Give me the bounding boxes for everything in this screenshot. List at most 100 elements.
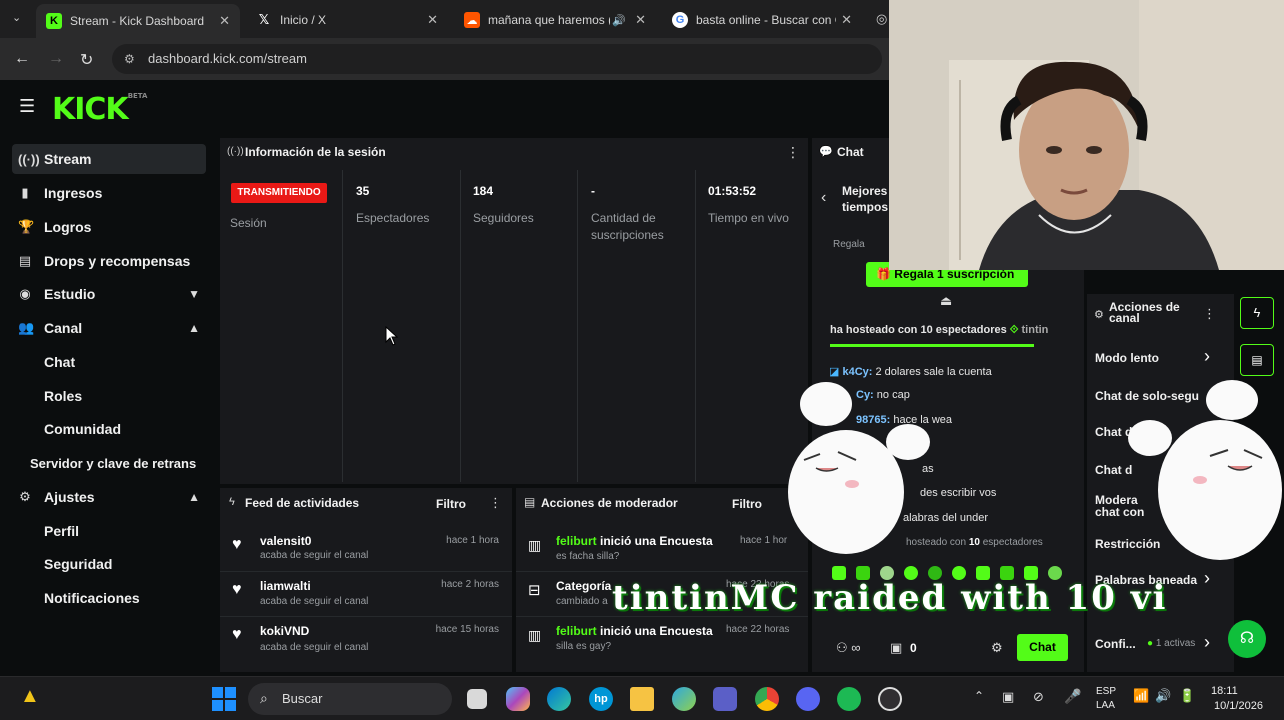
sidebar-item-estudio[interactable]: ◉ Estudio ▼ (12, 279, 206, 309)
sidebar-item-label: Estudio (44, 286, 96, 302)
sidebar-item-perfil[interactable]: Perfil (12, 516, 206, 546)
quick-action-lightning-button[interactable]: ϟ (1240, 297, 1274, 329)
forward-icon[interactable]: → (48, 50, 64, 68)
chevron-right-icon[interactable]: › (1204, 346, 1210, 367)
activity-filter-button[interactable]: Filtro (436, 497, 466, 511)
support-headset-button[interactable]: ☊ (1228, 620, 1266, 658)
tab-title: Stream - Kick Dashboard (70, 14, 205, 28)
wifi-icon[interactable]: 📶 (1133, 688, 1149, 704)
file-explorer-icon[interactable] (630, 687, 654, 711)
obs-icon[interactable] (878, 687, 902, 711)
tray-app-icon[interactable]: ▣ (1002, 689, 1014, 705)
discord-icon[interactable] (796, 687, 820, 711)
more-options-icon[interactable]: ⋮ (786, 144, 800, 161)
moderator-time: hace 1 hor (740, 535, 788, 546)
tab-kick-dashboard[interactable]: K Stream - Kick Dashboard ✕ (36, 4, 240, 38)
feed-username[interactable]: liamwalti (260, 579, 311, 593)
quick-action-notes-button[interactable]: ▤ (1240, 344, 1274, 376)
volume-icon[interactable]: 🔊 (1155, 688, 1171, 704)
feed-username[interactable]: valensit0 (260, 534, 311, 548)
chat-settings-icon[interactable]: ⚙ (991, 640, 1003, 656)
host-notice-user[interactable]: tintin (1022, 324, 1049, 336)
tab-list-dropdown-icon[interactable]: ⌄ (12, 11, 21, 24)
site-info-icon[interactable]: ⚙ (124, 44, 135, 74)
feed-username[interactable]: kokiVND (260, 624, 309, 638)
feed-time: hace 15 horas (435, 624, 499, 635)
globe-favicon-icon[interactable]: ◎ (876, 11, 887, 27)
more-options-icon[interactable]: ⋮ (1203, 306, 1216, 322)
chevron-up-icon: ▲ (188, 490, 200, 504)
chevron-right-icon[interactable]: › (1204, 632, 1210, 653)
moderator-item: ▥ feliburt inició una Encuesta silla es … (516, 620, 808, 662)
close-tab-icon[interactable]: ✕ (427, 12, 438, 28)
sidebar-item-chat[interactable]: Chat (12, 347, 206, 377)
tab-google-search[interactable]: G basta online - Buscar con G ✕ (662, 6, 862, 34)
more-options-icon[interactable]: ⋮ (489, 495, 502, 511)
chat-username[interactable]: k4Cy: (842, 366, 872, 378)
clock-date[interactable]: 10/1/2026 (1214, 700, 1263, 712)
weather-widget-icon[interactable]: ▲ (20, 685, 40, 708)
config-item[interactable]: Confi... (1095, 637, 1136, 651)
users-icon[interactable]: ⚇ ∞ (836, 640, 861, 656)
heart-icon: ♥ (232, 536, 242, 553)
chevron-right-icon[interactable]: › (1204, 568, 1210, 589)
kick-logo[interactable]: KICKBETA (52, 92, 147, 127)
eject-icon[interactable]: ⏏ (940, 293, 952, 309)
battery-icon[interactable]: 🔋 (1179, 688, 1195, 704)
spotify-icon[interactable] (837, 687, 861, 711)
heart-icon: ♥ (232, 626, 242, 643)
language-indicator-top[interactable]: ESP (1096, 686, 1116, 697)
tray-app-icon-2[interactable]: ⊘ (1033, 689, 1044, 705)
sidebar-item-canal[interactable]: 👥 Canal ▲ (12, 313, 206, 343)
sidebar-item-notificaciones[interactable]: Notificaciones (12, 583, 206, 613)
chevron-up-icon: ▲ (188, 321, 200, 335)
tab-x-home[interactable]: 𝕏 Inicio / X ✕ (246, 6, 448, 34)
close-tab-icon[interactable]: ✕ (635, 12, 646, 28)
moderator-filter-button[interactable]: Filtro (732, 497, 762, 511)
poll-icon: ▥ (528, 537, 542, 553)
slow-mode-item[interactable]: Modo lento (1095, 351, 1159, 365)
sidebar-item-roles[interactable]: Roles (12, 381, 206, 411)
task-view-icon[interactable] (467, 689, 487, 709)
back-icon[interactable]: ← (14, 50, 30, 68)
sidebar-item-logros[interactable]: 🏆 Logros (12, 212, 206, 242)
taskbar-search-box[interactable]: ⌕ Buscar (248, 683, 452, 715)
reload-icon[interactable]: ↻ (80, 50, 93, 70)
chevron-up-icon[interactable]: ⌃ (974, 689, 984, 703)
gift-icon[interactable]: ▣ (890, 640, 902, 656)
edge-icon[interactable] (547, 687, 571, 711)
sidebar-item-seguridad[interactable]: Seguridad (12, 549, 206, 579)
moderator-username[interactable]: feliburt (556, 624, 597, 638)
chrome-icon[interactable] (755, 687, 779, 711)
moderator-username[interactable]: feliburt (556, 534, 597, 548)
followers-value: 184 (473, 184, 494, 198)
hp-icon[interactable]: hp (589, 687, 613, 711)
windows-logo-icon-part (225, 700, 236, 711)
chat-send-button[interactable]: Chat (1017, 634, 1068, 661)
start-button[interactable] (212, 687, 236, 711)
sidebar-item-ajustes[interactable]: ⚙ Ajustes ▲ (12, 482, 206, 512)
feed-item: ♥ valensit0 acaba de seguir el canal hac… (220, 530, 512, 572)
emotes-only-item[interactable]: Chat d (1095, 463, 1132, 477)
microphone-icon[interactable]: 🎤 (1064, 688, 1081, 705)
sidebar-item-label: Notificaciones (44, 590, 140, 606)
sidebar-item-stream[interactable]: ((·)) Stream (12, 144, 206, 174)
clock-time[interactable]: 18:11 (1211, 685, 1238, 697)
close-tab-icon[interactable]: ✕ (841, 12, 852, 28)
sidebar-item-servidor[interactable]: Servidor y clave de retrans (12, 448, 206, 478)
sidebar-item-ingresos[interactable]: ▮ Ingresos (12, 178, 206, 208)
tab-soundcloud[interactable]: ☁ mañana que haremos (p 🔊 ✕ (454, 6, 656, 34)
close-tab-icon[interactable]: ✕ (219, 13, 230, 29)
url-input[interactable]: ⚙ dashboard.kick.com/stream (112, 44, 882, 74)
teams-icon[interactable] (713, 687, 737, 711)
address-bar: ← → ↻ ⚙ dashboard.kick.com/stream (0, 38, 890, 80)
language-indicator-bottom[interactable]: LAA (1096, 700, 1115, 711)
audio-playing-icon[interactable]: 🔊 (612, 14, 626, 27)
copilot-icon[interactable] (506, 687, 530, 711)
hamburger-menu-icon[interactable]: ☰ (19, 96, 35, 117)
subs-label: Cantidad de suscripciones (591, 211, 664, 242)
chevron-left-icon[interactable]: ‹ (821, 189, 826, 207)
store-icon[interactable] (672, 687, 696, 711)
sidebar-item-comunidad[interactable]: Comunidad (12, 414, 206, 444)
sidebar-item-drops[interactable]: ▤ Drops y recompensas (12, 246, 206, 276)
